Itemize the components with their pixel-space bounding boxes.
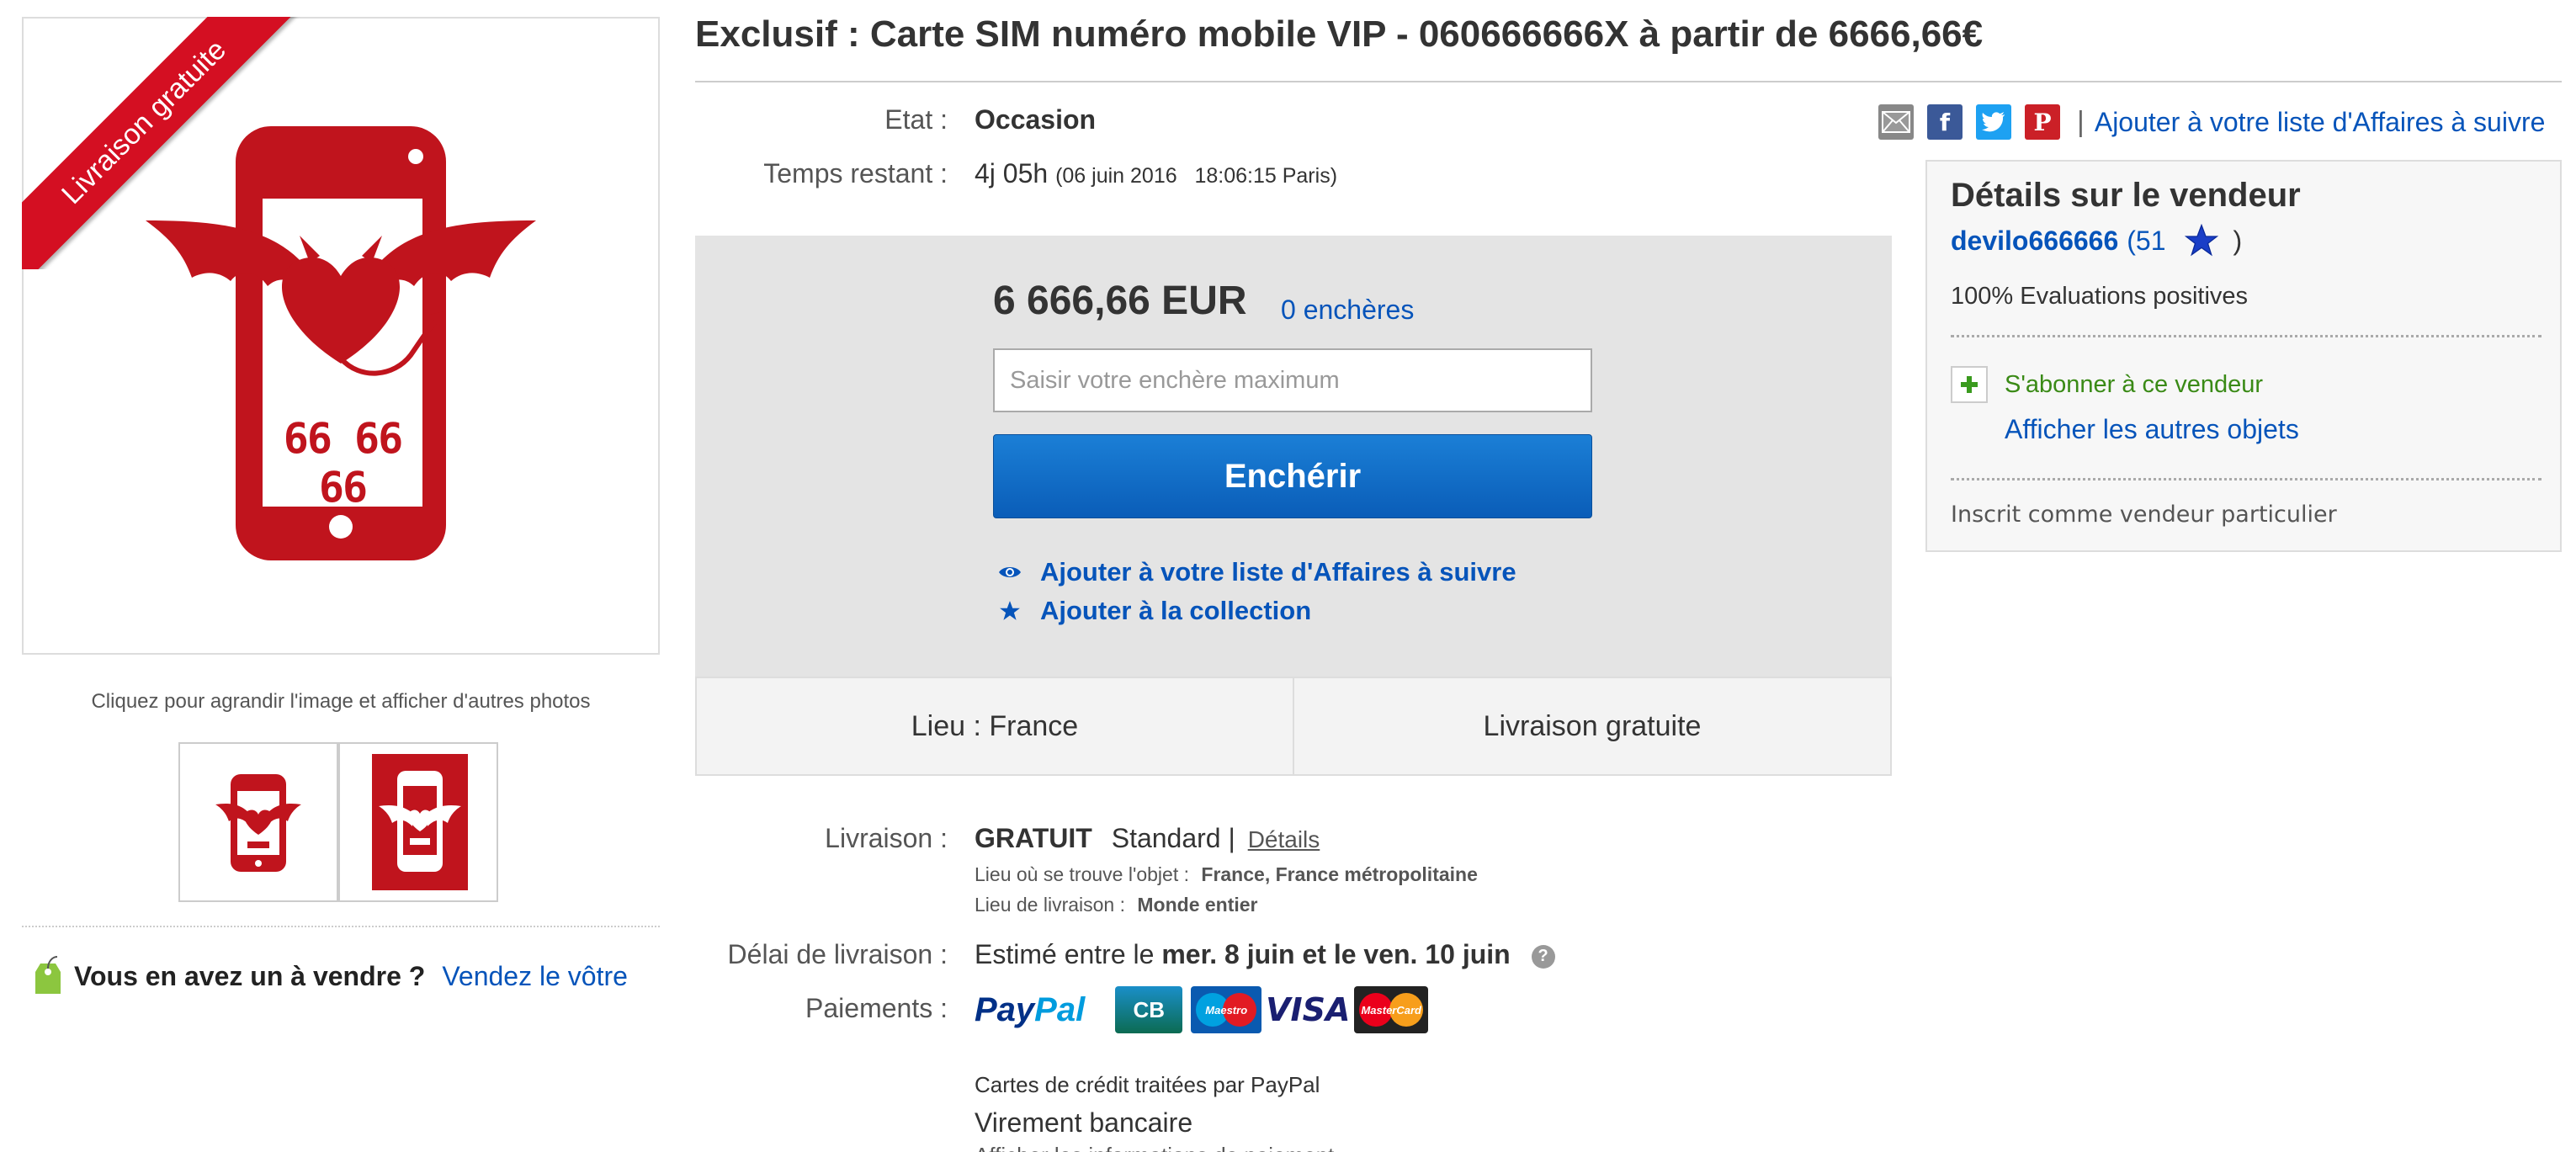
enlarge-hint: Cliquez pour agrandir l'image et affiche… — [91, 690, 591, 713]
paypal-logo-part2: Pal — [1034, 990, 1086, 1028]
bank-transfer: Virement bancaire — [975, 1107, 1193, 1138]
other-items-link[interactable]: Afficher les autres objets — [2005, 414, 2299, 445]
watchlist-label: Ajouter à votre liste d'Affaires à suivr… — [1040, 557, 1516, 587]
help-icon[interactable]: ? — [1531, 944, 1555, 969]
top-watchlist-link[interactable]: Ajouter à votre liste d'Affaires à suivr… — [2095, 107, 2546, 138]
mastercard-card-logo: MasterCard — [1354, 986, 1429, 1033]
seller-panel — [1925, 160, 2562, 552]
payments-label: Paiements : — [805, 993, 948, 1023]
cb-card-logo: CB — [1115, 986, 1183, 1033]
thumbnail-phone-image — [379, 771, 461, 872]
thumbnail-red-background — [372, 754, 468, 890]
ships-to-row: Lieu de livraison : Monde entier — [975, 894, 1258, 916]
bid-count-link[interactable]: 0 enchères — [1281, 295, 1414, 326]
delivery-row: Estimé entre le mer. 8 juin et le ven. 1… — [975, 939, 1555, 970]
paypal-logo-part1: Pay — [975, 990, 1035, 1028]
subscribe-seller-link[interactable]: S'abonner à ce vendeur — [1951, 364, 2263, 406]
end-date: (06 juin 2016 18:06:15 Paris) — [1055, 164, 1338, 188]
twitter-icon[interactable] — [1976, 104, 2011, 140]
facebook-icon[interactable]: f — [1927, 104, 1963, 140]
shipping-method: Standard | — [1111, 823, 1235, 853]
add-to-watchlist-link[interactable]: Ajouter à votre liste d'Affaires à suivr… — [998, 555, 1516, 589]
pinterest-icon[interactable]: P — [2025, 104, 2060, 140]
paypal-logo: PayPal — [975, 991, 1085, 1029]
seller-heading: Détails sur le vendeur — [1951, 177, 2301, 214]
phone-number-text: 66 66 66 — [283, 414, 404, 512]
visa-card-logo: VISA — [1266, 991, 1351, 1028]
place-bid-button[interactable]: Enchérir — [993, 434, 1592, 518]
time-left-label: Temps restant : — [763, 158, 948, 188]
location-cell: Lieu : France — [911, 709, 1079, 742]
feedback-score-link[interactable]: (51 — [2127, 226, 2165, 257]
ships-to-label: Lieu de livraison : — [975, 894, 1125, 916]
plus-icon — [1951, 366, 1988, 403]
listing-title: Exclusif : Carte SIM numéro mobile VIP -… — [695, 13, 1984, 55]
seller-type: Inscrit comme vendeur particulier — [1951, 502, 2337, 528]
email-icon[interactable] — [1878, 104, 1914, 140]
sell-yours-row: Vous en avez un à vendre ? Vendez le vôt… — [34, 956, 628, 994]
shipping-price: GRATUIT — [975, 823, 1092, 853]
eye-icon — [998, 560, 1022, 584]
seller-divider-1 — [1951, 335, 2541, 337]
free-shipping-cell: Livraison gratuite — [1293, 678, 1890, 774]
seller-username-link[interactable]: devilo666666 — [1951, 226, 2118, 257]
delivery-range: mer. 8 juin et le ven. 10 juin — [1161, 939, 1511, 969]
sell-yours-link[interactable]: Vendez le vôtre — [442, 961, 628, 992]
thumbnail-1[interactable] — [178, 742, 338, 902]
sell-question: Vous en avez un à vendre ? — [74, 960, 426, 991]
delivery-prefix: Estimé entre le — [975, 939, 1155, 969]
time-left-value: 4j 05h — [975, 158, 1049, 188]
title-divider — [695, 81, 2562, 82]
shipping-label: Livraison : — [825, 823, 948, 853]
condition-value: Occasion — [975, 104, 1097, 135]
add-to-collection-link[interactable]: Ajouter à la collection — [998, 594, 1311, 628]
delivery-label: Délai de livraison : — [727, 939, 948, 969]
item-location-value: France, France métropolitaine — [1201, 863, 1478, 885]
collection-label: Ajouter à la collection — [1040, 596, 1312, 625]
share-bar: f P | Ajouter à votre liste d'Affaires à… — [1878, 103, 2545, 141]
seller-name-row: devilo666666 (51 ) — [1951, 224, 2242, 257]
cards-note: Cartes de crédit traitées par PayPal — [975, 1072, 1320, 1097]
shipping-row: GRATUIT Standard | Détails — [975, 823, 1320, 854]
payment-info-link[interactable]: Afficher les informations de paiement — [975, 1144, 1334, 1152]
payment-logos: PayPal CB Maestro VISA MasterCard — [975, 985, 1437, 1035]
price-tag-icon — [35, 956, 61, 994]
star-icon — [998, 599, 1022, 623]
free-shipping-ribbon: Livraison gratuite — [22, 17, 325, 269]
condition-label: Etat : — [884, 104, 948, 135]
ships-to-value: Monde entier — [1137, 894, 1258, 916]
max-bid-input[interactable] — [993, 348, 1592, 412]
location-shipping-summary: Lieu : France Livraison gratuite — [695, 677, 1892, 776]
positive-feedback: 100% Evaluations positives — [1951, 283, 2249, 310]
ribbon-text: Livraison gratuite — [22, 17, 305, 269]
time-left-row: 4j 05h (06 juin 2016 18:06:15 Paris) — [975, 158, 1337, 189]
thumbnail-phone-image — [215, 774, 301, 872]
shipping-details-link[interactable]: Détails — [1248, 826, 1320, 852]
thumbnail-2[interactable] — [338, 742, 498, 902]
subscribe-label: S'abonner à ce vendeur — [2005, 370, 2264, 398]
seller-divider-2 — [1951, 478, 2541, 480]
left-divider — [22, 926, 660, 927]
item-location-label: Lieu où se trouve l'objet : — [975, 863, 1189, 885]
current-price: 6 666,66 EUR — [993, 279, 1247, 323]
mastercard-text: MasterCard — [1361, 1003, 1421, 1017]
item-location-row: Lieu où se trouve l'objet : France, Fran… — [975, 863, 1478, 886]
feedback-star-icon — [2184, 224, 2218, 257]
share-separator: | — [2077, 105, 2085, 138]
feedback-close: ) — [2233, 225, 2243, 256]
maestro-card-logo: Maestro — [1191, 986, 1262, 1033]
maestro-text: Maestro — [1205, 1003, 1248, 1017]
